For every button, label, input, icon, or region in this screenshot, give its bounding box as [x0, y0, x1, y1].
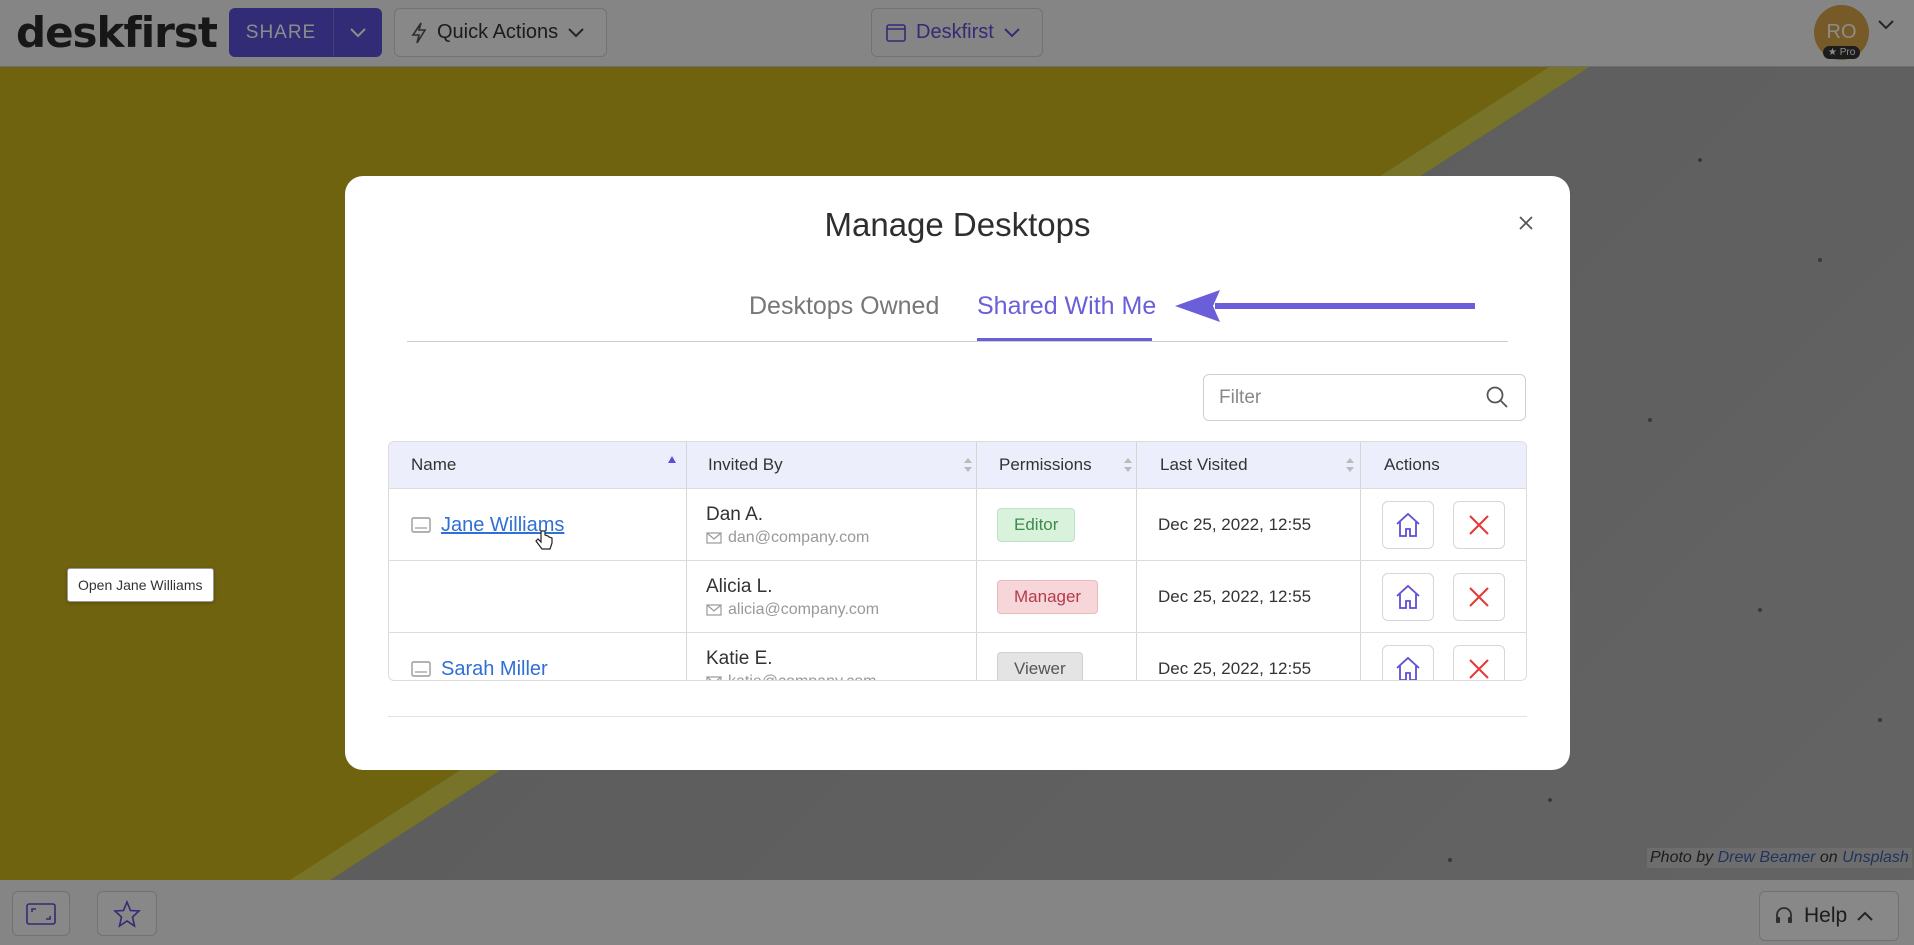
desktops-table: Name Invited By Permissions Last Visited…	[388, 441, 1527, 681]
close-button[interactable]	[1515, 212, 1537, 234]
remove-button[interactable]	[1453, 645, 1505, 680]
last-visited: Dec 25, 2022, 12:55	[1158, 659, 1312, 678]
actions-cell	[1382, 561, 1505, 633]
arrow-left-icon	[1175, 290, 1475, 322]
remove-button[interactable]	[1453, 501, 1505, 549]
manage-desktops-modal: Manage Desktops Desktops Owned Shared Wi…	[345, 176, 1570, 770]
invited-by-cell: Alicia L. alicia@company.com	[706, 561, 879, 633]
last-visited: Dec 25, 2022, 12:55	[1158, 515, 1312, 534]
name-cell: Sarah Miller	[411, 633, 548, 681]
inviter-email-text: alicia@company.com	[728, 600, 880, 618]
inviter-email: alicia@company.com	[706, 601, 879, 619]
permission-badge: Editor	[997, 508, 1076, 542]
column-actions-label: Actions	[1384, 455, 1440, 474]
column-header-actions: Actions	[1361, 442, 1526, 488]
remove-button[interactable]	[1453, 573, 1505, 621]
column-header-name[interactable]: Name	[389, 442, 686, 488]
tabs-divider	[407, 341, 1508, 342]
table-row: Alicia L. alicia@company.com Manager Dec…	[389, 560, 1526, 633]
sort-icon[interactable]	[963, 457, 973, 473]
close-icon	[1469, 587, 1489, 607]
permission-cell: Editor	[997, 489, 1076, 561]
mail-icon	[706, 675, 722, 680]
inviter-name: Alicia L.	[706, 575, 773, 597]
column-header-last-visited[interactable]: Last Visited	[1137, 442, 1360, 488]
tooltip: Open Jane Williams	[67, 568, 214, 602]
tab-desktops-owned[interactable]: Desktops Owned	[749, 292, 939, 321]
last-visited-cell: Dec 25, 2022, 12:55	[1158, 561, 1311, 633]
home-icon	[1396, 656, 1420, 680]
column-header-invited-by[interactable]: Invited By	[686, 442, 976, 488]
permission-cell: Viewer	[997, 633, 1083, 680]
inviter-email-text: dan@company.com	[728, 528, 870, 546]
last-visited-cell: Dec 25, 2022, 12:55	[1158, 633, 1312, 680]
column-header-permissions[interactable]: Permissions	[977, 442, 1137, 488]
invited-by-cell: Katie E. katie@company.com	[706, 633, 877, 681]
modal-title: Manage Desktops	[824, 206, 1091, 243]
set-home-button[interactable]	[1382, 645, 1434, 680]
hand-cursor-icon	[535, 530, 553, 550]
filter-input[interactable]	[1203, 374, 1526, 421]
inviter-email: dan@company.com	[706, 529, 869, 547]
actions-cell	[1382, 633, 1505, 680]
desktop-icon	[411, 517, 431, 533]
table-header: Name Invited By Permissions Last Visited…	[389, 442, 1526, 488]
active-tab-indicator	[977, 338, 1152, 341]
desktop-icon	[411, 661, 431, 677]
inviter-name: Dan A.	[706, 503, 764, 525]
close-icon	[1469, 515, 1489, 535]
sort-icon[interactable]	[1123, 457, 1133, 473]
inviter-name: Katie E.	[706, 647, 773, 669]
set-home-button[interactable]	[1382, 573, 1434, 621]
desktop-name-link[interactable]: Sarah Miller	[441, 658, 548, 681]
permission-badge: Manager	[997, 580, 1099, 614]
close-icon	[1519, 216, 1533, 230]
mail-icon	[706, 531, 722, 544]
column-permissions-label: Permissions	[999, 455, 1092, 474]
permission-cell: Manager	[997, 561, 1099, 633]
invited-by-cell: Dan A. dan@company.com	[706, 489, 869, 561]
modal-footer-divider	[388, 716, 1527, 717]
permission-badge: Viewer	[997, 652, 1083, 680]
last-visited-cell: Dec 25, 2022, 12:55	[1158, 489, 1311, 561]
set-home-button[interactable]	[1382, 501, 1434, 549]
inviter-email-text: katie@company.com	[728, 672, 877, 681]
inviter-email: katie@company.com	[706, 672, 877, 681]
column-invited-label: Invited By	[708, 455, 783, 474]
actions-cell	[1382, 489, 1505, 561]
tab-shared-with-me[interactable]: Shared With Me	[977, 292, 1156, 321]
sort-icon[interactable]	[1345, 457, 1355, 473]
sort-asc-icon[interactable]	[667, 455, 677, 465]
table-row: Jane Williams Dan A. dan@company.com Edi…	[389, 488, 1526, 561]
home-icon	[1396, 512, 1420, 537]
mail-icon	[706, 603, 722, 616]
home-icon	[1396, 584, 1420, 609]
table-row: Sarah Miller Katie E. katie@company.com …	[389, 632, 1526, 681]
column-last-visited-label: Last Visited	[1160, 455, 1248, 474]
close-icon	[1469, 659, 1489, 679]
last-visited: Dec 25, 2022, 12:55	[1158, 587, 1312, 606]
column-name-label: Name	[411, 455, 457, 474]
search-icon[interactable]	[1485, 385, 1509, 409]
